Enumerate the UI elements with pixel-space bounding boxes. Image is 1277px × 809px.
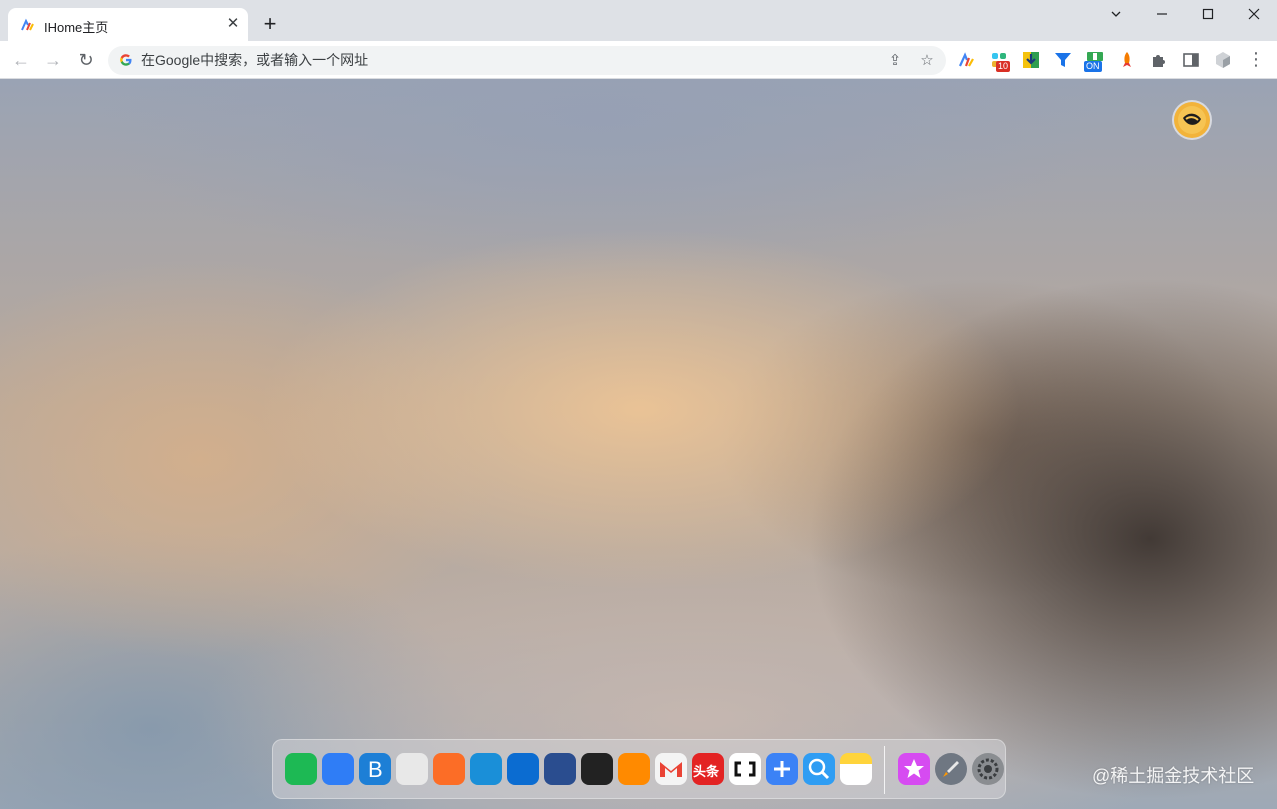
app-dock: B 头条 (272, 739, 1006, 799)
arrow-left-icon: ← (12, 50, 30, 70)
toutiao-label: 头条 (693, 764, 720, 779)
dock-separator (884, 746, 885, 794)
forward-button[interactable]: → (42, 50, 64, 72)
ihome-extension-icon[interactable] (958, 51, 976, 69)
share-icon: ⇪ (888, 52, 902, 69)
close-window-button[interactable] (1244, 6, 1264, 24)
profile-cube-icon[interactable] (1214, 51, 1232, 69)
launchpad-app-icon[interactable] (935, 753, 967, 785)
new-tab-page: B 头条 @稀土掘金技术社区 (0, 79, 1277, 809)
share-button[interactable]: ⇪ (886, 52, 904, 70)
memo-app-icon[interactable] (840, 753, 872, 785)
messenger-app-icon[interactable] (507, 753, 539, 785)
more-vertical-icon: ⋮ (1247, 49, 1265, 69)
gmail-app-icon[interactable] (655, 753, 687, 785)
omnibox[interactable]: ⇪ ☆ (108, 46, 946, 75)
watermark-text: @稀土掘金技术社区 (1092, 766, 1255, 786)
tab-close-icon[interactable]: ✕ (224, 15, 242, 33)
settings-app-icon[interactable] (972, 753, 1004, 785)
avatar-face-icon (1178, 106, 1206, 134)
edge-app-icon[interactable] (470, 753, 502, 785)
files-app-icon[interactable] (285, 753, 317, 785)
address-search-input[interactable] (141, 50, 841, 70)
add-app-icon[interactable] (766, 753, 798, 785)
filter-extension-icon[interactable] (1054, 51, 1072, 69)
tab-strip: IHome主页 ✕ + (0, 0, 1277, 41)
tab-search-button[interactable] (1106, 6, 1126, 24)
tab-title: IHome主页 (44, 20, 109, 35)
aliyun-app-icon[interactable] (618, 753, 650, 785)
rocket-extension-icon[interactable] (1118, 51, 1136, 69)
new-tab-button[interactable]: + (258, 13, 282, 37)
side-panel-icon[interactable] (1182, 51, 1200, 69)
close-icon (1248, 8, 1260, 20)
tab-ihome[interactable]: IHome主页 ✕ (8, 8, 248, 41)
user-avatar-button[interactable] (1174, 102, 1210, 138)
slack-extension-icon[interactable]: 10 (990, 51, 1011, 72)
chevron-down-icon (1111, 11, 1121, 17)
puzzle-extensions-icon[interactable] (1150, 51, 1168, 69)
chrome-app-icon[interactable] (396, 753, 428, 785)
qq-app-icon[interactable] (322, 753, 354, 785)
maximize-icon (1202, 8, 1214, 20)
search-app-icon[interactable] (803, 753, 835, 785)
ihome-logo-icon (21, 18, 34, 31)
reload-icon: ↻ (78, 50, 94, 70)
b-app-icon[interactable]: B (359, 753, 391, 785)
google-icon (120, 54, 132, 66)
notes-dark-app-icon[interactable] (544, 753, 576, 785)
code-app-icon[interactable] (729, 753, 761, 785)
slack-badge: 10 (996, 61, 1011, 72)
arrow-right-icon: → (44, 50, 62, 70)
toggle-badge: ON (1084, 61, 1102, 72)
maximize-button[interactable] (1198, 6, 1218, 24)
terminal-app-icon[interactable] (581, 753, 613, 785)
gitlab-app-icon[interactable] (433, 753, 465, 785)
favorites-app-icon[interactable] (898, 753, 930, 785)
browser-menu-button[interactable]: ⋮ (1245, 49, 1267, 71)
download-extension-icon[interactable] (1022, 51, 1040, 69)
bookmark-button[interactable]: ☆ (918, 52, 936, 70)
toggle-extension-icon[interactable]: ON (1084, 51, 1104, 72)
minimize-button[interactable] (1152, 6, 1172, 24)
star-icon: ☆ (920, 52, 934, 69)
back-button[interactable]: ← (10, 50, 32, 72)
minimize-icon (1157, 13, 1167, 15)
toutiao-app-icon[interactable]: 头条 (692, 753, 724, 785)
browser-toolbar: ← → ↻ ⇪ ☆ 10 (0, 41, 1277, 79)
reload-button[interactable]: ↻ (75, 50, 97, 72)
